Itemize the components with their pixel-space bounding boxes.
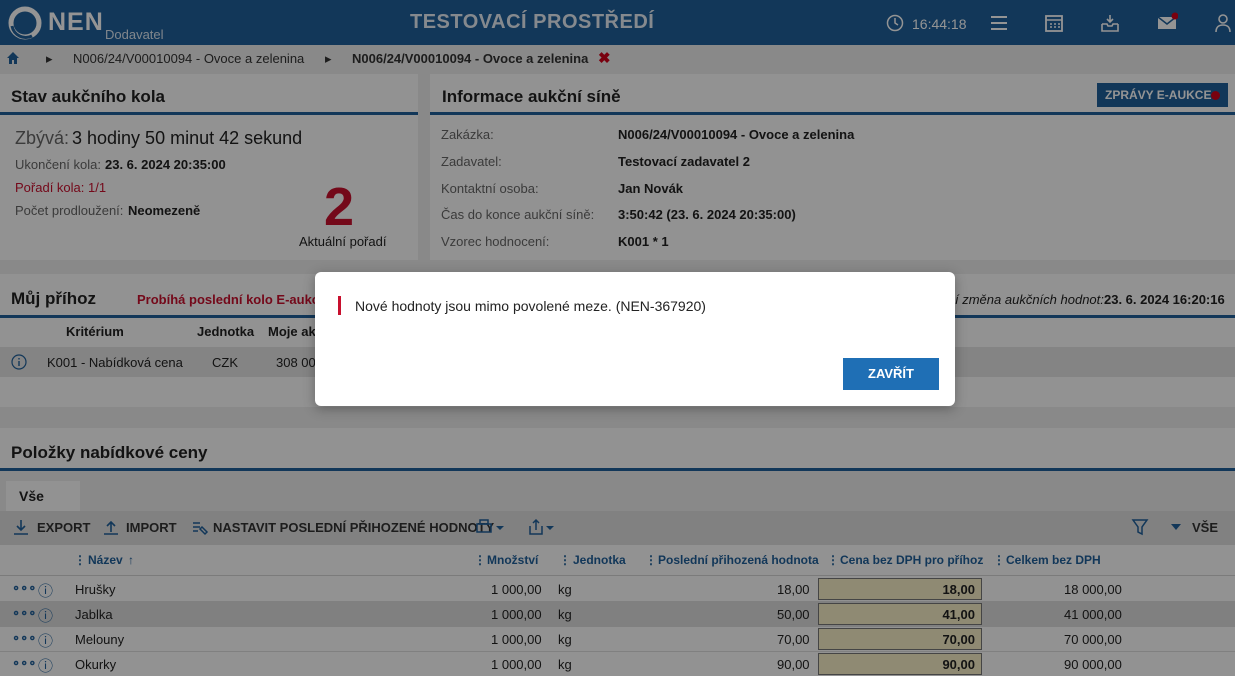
error-message: Nové hodnoty jsou mimo povolené meze. (N…: [355, 298, 706, 314]
error-marker: [338, 296, 341, 315]
error-dialog: Nové hodnoty jsou mimo povolené meze. (N…: [315, 272, 955, 406]
close-button[interactable]: ZAVŘÍT: [843, 358, 939, 390]
